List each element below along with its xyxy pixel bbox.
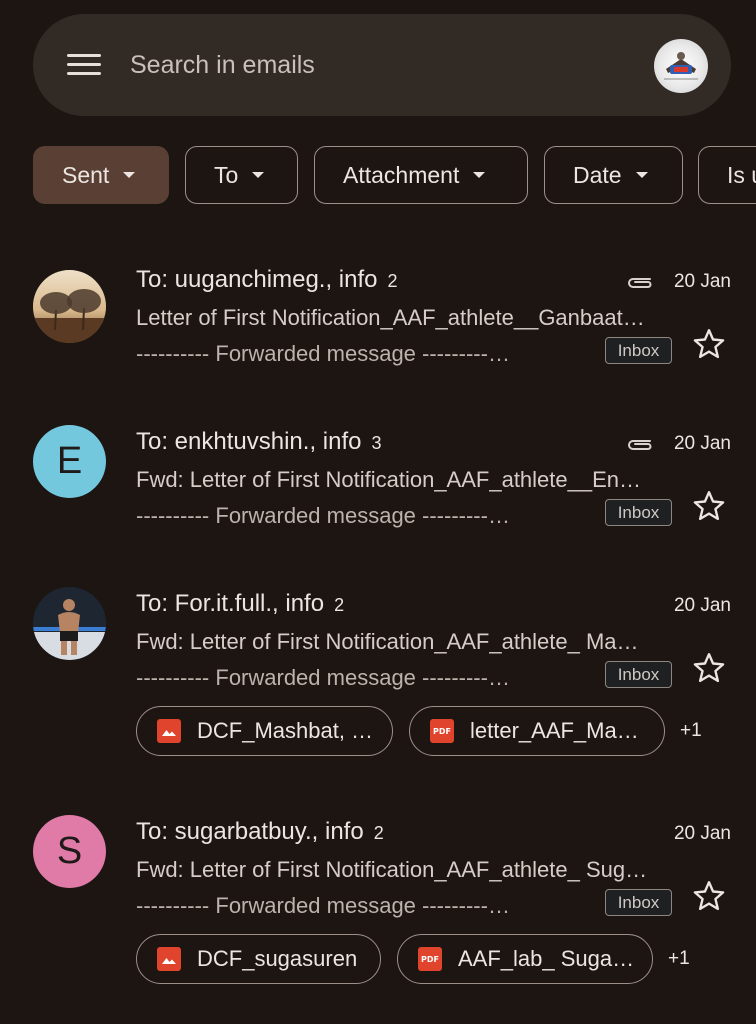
star-outline-icon[interactable] xyxy=(691,878,727,914)
email-row[interactable]: E To: enkhtuvshin., info 3 20 Jan Fwd: Le… xyxy=(0,412,756,562)
email-sender: To: enkhtuvshin., info 3 xyxy=(136,428,381,456)
inbox-label: Inbox xyxy=(605,661,672,688)
email-subject: Fwd: Letter of First Notification_AAF_at… xyxy=(136,629,639,654)
chevron-down-icon xyxy=(635,172,648,178)
chip-label: Sent xyxy=(62,161,110,188)
image-file-icon xyxy=(157,947,181,971)
sender-avatar[interactable] xyxy=(33,587,106,660)
sender-name: To: For.it.full., info xyxy=(136,590,325,617)
filter-chips: Sent To Attachment Date Is u xyxy=(0,146,756,206)
star-outline-icon[interactable] xyxy=(691,326,727,362)
inbox-label: Inbox xyxy=(605,499,672,526)
email-row[interactable]: S To: sugarbatbuy., info 2 20 Jan Fwd: Le… xyxy=(0,802,756,1002)
chevron-down-icon xyxy=(473,172,486,178)
sender-avatar[interactable]: S xyxy=(33,815,106,888)
thread-count: 2 xyxy=(373,823,384,843)
chip-label: Attachment xyxy=(343,161,460,188)
email-sender: To: uuganchimeg., info 2 xyxy=(136,266,398,294)
inbox-label: Inbox xyxy=(605,889,672,916)
account-logo-icon xyxy=(664,52,698,80)
attachment-chip[interactable]: PDF AAF_lab_ Suga… xyxy=(397,934,653,984)
email-date: 20 Jan xyxy=(673,433,731,454)
star-outline-icon[interactable] xyxy=(691,650,727,686)
thread-count: 3 xyxy=(371,433,382,453)
filter-chip-to[interactable]: To xyxy=(185,146,298,204)
search-bar[interactable] xyxy=(33,14,731,116)
sender-name: To: enkhtuvshin., info xyxy=(136,428,362,455)
email-date: 20 Jan xyxy=(673,595,731,616)
filter-chip-is-unread[interactable]: Is u xyxy=(698,146,756,204)
attachment-name: DCF_sugasuren xyxy=(197,946,358,971)
image-file-icon xyxy=(157,719,181,743)
thread-count: 2 xyxy=(387,271,398,291)
email-row[interactable]: To: For.it.full., info 2 20 Jan Fwd: Lett… xyxy=(0,574,756,774)
email-subject: Fwd: Letter of First Notification_AAF_at… xyxy=(136,467,642,492)
pdf-file-icon: PDF xyxy=(430,719,454,743)
athlete-photo-icon xyxy=(33,587,106,660)
sender-name: To: sugarbatbuy., info xyxy=(136,818,364,845)
chip-label: Date xyxy=(573,161,622,188)
attachment-chip[interactable]: PDF letter_AAF_Ma… xyxy=(409,706,665,756)
filter-chip-date[interactable]: Date xyxy=(544,146,683,204)
email-subject: Fwd: Letter of First Notification_AAF_at… xyxy=(136,857,648,882)
email-date: 20 Jan xyxy=(673,823,731,844)
attachment-name: DCF_Mashbat, … xyxy=(197,718,374,743)
email-row[interactable]: To: uuganchimeg., info 2 20 Jan Letter of… xyxy=(0,250,756,400)
paperclip-icon xyxy=(628,440,652,450)
more-attachments-count: +1 xyxy=(680,720,702,741)
more-attachments-count: +1 xyxy=(668,948,690,969)
attachment-chip[interactable]: DCF_sugasuren xyxy=(136,934,381,984)
email-snippet: ---------- Forwarded message ---------… xyxy=(136,503,510,528)
sender-avatar[interactable]: E xyxy=(33,425,106,498)
sender-name: To: uuganchimeg., info xyxy=(136,266,378,293)
email-sender: To: sugarbatbuy., info 2 xyxy=(136,818,384,846)
tree-photo-icon xyxy=(33,270,106,343)
email-subject: Letter of First Notification_AAF_athlete… xyxy=(136,305,645,330)
inbox-label: Inbox xyxy=(605,337,672,364)
paperclip-icon xyxy=(628,278,652,288)
star-outline-icon[interactable] xyxy=(691,488,727,524)
chip-label: To xyxy=(214,161,239,188)
chevron-down-icon xyxy=(252,172,265,178)
menu-icon[interactable] xyxy=(67,52,101,78)
search-input[interactable] xyxy=(128,44,612,86)
thread-count: 2 xyxy=(334,595,345,615)
email-snippet: ---------- Forwarded message ---------… xyxy=(136,665,510,690)
attachment-name: AAF_lab_ Suga… xyxy=(458,946,635,971)
filter-chip-attachment[interactable]: Attachment xyxy=(314,146,528,204)
pdf-file-icon: PDF xyxy=(418,947,442,971)
account-avatar[interactable] xyxy=(654,39,708,93)
chevron-down-icon xyxy=(123,172,136,178)
chip-label: Is u xyxy=(727,161,756,188)
email-date: 20 Jan xyxy=(673,271,731,292)
filter-chip-sent[interactable]: Sent xyxy=(33,146,169,204)
attachment-name: letter_AAF_Ma… xyxy=(470,718,639,743)
sender-avatar[interactable] xyxy=(33,270,106,343)
avatar-letter: E xyxy=(56,440,83,482)
email-snippet: ---------- Forwarded message ---------… xyxy=(136,893,510,918)
attachment-chip[interactable]: DCF_Mashbat, … xyxy=(136,706,393,756)
email-snippet: ---------- Forwarded message ---------… xyxy=(136,341,510,366)
email-sender: To: For.it.full., info 2 xyxy=(136,590,344,618)
avatar-letter: S xyxy=(56,830,83,872)
